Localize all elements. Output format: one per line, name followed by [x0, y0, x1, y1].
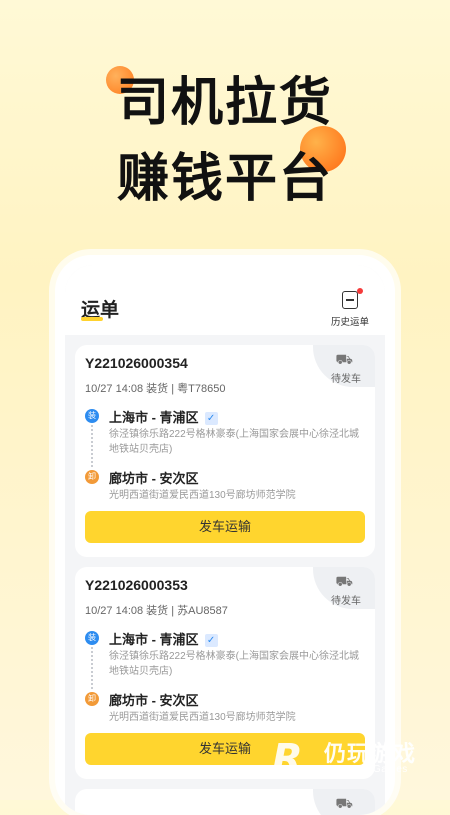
watermark-mark-icon: R: [272, 736, 303, 782]
order-number: Y221026000353: [85, 577, 188, 593]
status-badge: ⛟ 待发车: [313, 567, 375, 609]
load-badge: 装: [85, 409, 99, 423]
order-card[interactable]: Y221026000354 10/27 14:08 装货 | 粤T78650 ⛟…: [75, 345, 375, 557]
history-orders-button[interactable]: 历史运单: [327, 288, 373, 328]
truck-icon: ⛟: [335, 573, 353, 589]
watermark-subtext: Rengwan Games: [324, 764, 408, 775]
verified-icon: ✓: [204, 412, 218, 425]
app-header: 运单 历史运单: [65, 265, 385, 335]
history-label: 历史运单: [330, 317, 369, 328]
watermark-logo: R 仍玩游戏 Rengwan Games: [272, 734, 442, 784]
status-badge: ⛟ 待发车: [313, 345, 375, 387]
unload-address: 光明西道街道爱民西道130号廊坊师范学院: [109, 712, 296, 723]
verified-icon: ✓: [204, 634, 218, 647]
title-underline: [81, 317, 103, 321]
load-address: 徐泾镇徐乐路222号格林豪泰(上海国家会展中心徐泾北城地铁站贝壳店): [109, 651, 360, 677]
load-city: 上海市 - 青浦区 ✓: [109, 407, 218, 426]
route-line: [91, 647, 93, 689]
load-address: 徐泾镇徐乐路222号格林豪泰(上海国家会展中心徐泾北城地铁站贝壳店): [109, 429, 360, 455]
status-label: 待发车: [331, 374, 361, 385]
notification-dot: [357, 288, 363, 294]
order-number: Y221026000354: [85, 355, 188, 371]
promo-headline-1: 司机拉货: [116, 73, 333, 133]
unload-badge: 卸: [85, 692, 99, 706]
order-card[interactable]: ⛟: [75, 789, 375, 815]
truck-icon: ⛟: [335, 351, 353, 367]
status-badge: ⛟: [313, 789, 375, 815]
app-screen: 运单 历史运单 Y221026000354 10/27 14:08 装货 | 粤…: [65, 265, 385, 815]
status-label: 待发车: [331, 596, 361, 607]
unload-badge: 卸: [85, 470, 99, 484]
route-line: [91, 425, 93, 467]
truck-icon: ⛟: [335, 795, 353, 811]
load-city: 上海市 - 青浦区 ✓: [109, 629, 218, 648]
document-icon: [342, 291, 358, 309]
depart-button[interactable]: 发车运输: [85, 511, 365, 543]
order-meta: 10/27 14:08 装货 | 粤T78650: [85, 383, 226, 395]
load-badge: 装: [85, 631, 99, 645]
unload-address: 光明西道街道爱民西道130号廊坊师范学院: [109, 490, 296, 501]
unload-city: 廊坊市 - 安次区: [109, 693, 199, 708]
unload-city: 廊坊市 - 安次区: [109, 471, 199, 486]
phone-frame: 运单 历史运单 Y221026000354 10/27 14:08 装货 | 粤…: [55, 255, 395, 815]
order-meta: 10/27 14:08 装货 | 苏AU8587: [85, 605, 228, 617]
promo-headline-2: 赚钱平台: [116, 149, 333, 209]
